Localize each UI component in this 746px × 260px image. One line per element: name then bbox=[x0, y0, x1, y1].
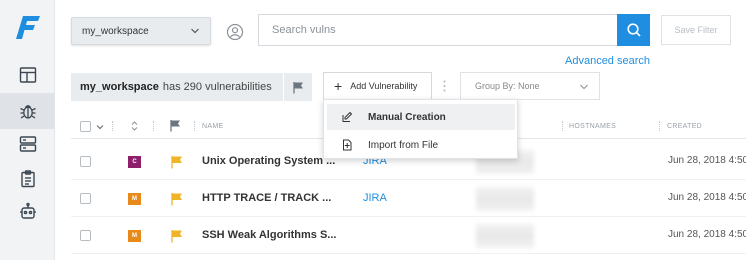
menu-item-label: Manual Creation bbox=[368, 111, 446, 123]
plus-icon: + bbox=[334, 78, 343, 94]
column-header-hostnames[interactable]: HOSTNAMES bbox=[569, 123, 616, 130]
group-by-label: Group By: None bbox=[475, 81, 540, 91]
save-filter-label: Save Filter bbox=[674, 25, 718, 35]
column-header-created[interactable]: CREATED bbox=[667, 123, 702, 130]
search-placeholder: Search vulns bbox=[272, 24, 336, 36]
table-row[interactable]: M SSH Weak Algorithms S... Jun 28, 2018 … bbox=[71, 218, 746, 254]
add-vulnerability-label: Add Vulnerability bbox=[350, 81, 418, 91]
layout-icon bbox=[19, 67, 36, 83]
workspace-select[interactable]: my_workspace bbox=[71, 17, 211, 45]
vuln-count: has 290 vulnerabilities bbox=[162, 81, 272, 93]
workspace-summary: my_workspace has 290 vulnerabilities bbox=[71, 73, 283, 101]
severity-badge: M bbox=[128, 193, 141, 205]
menu-item-manual-creation[interactable]: Manual Creation bbox=[327, 104, 515, 130]
add-vulnerability-menu: Manual Creation Import from File bbox=[323, 99, 518, 159]
workspace-select-value: my_workspace bbox=[82, 25, 149, 37]
created-date: Jun 28, 2018 4:50 bbox=[668, 192, 746, 203]
vuln-name[interactable]: SSH Weak Algorithms S... bbox=[202, 229, 336, 241]
select-all-checkbox[interactable] bbox=[80, 121, 91, 132]
server-icon bbox=[19, 136, 36, 152]
user-icon[interactable] bbox=[226, 23, 244, 41]
sidebar-item-reports[interactable] bbox=[0, 161, 55, 197]
workspace-name: my_workspace bbox=[80, 81, 159, 93]
row-checkbox[interactable] bbox=[80, 230, 91, 241]
vuln-name[interactable]: HTTP TRACE / TRACK ... bbox=[202, 192, 331, 204]
chevron-down-icon[interactable] bbox=[96, 123, 104, 131]
chevron-down-icon bbox=[580, 84, 588, 90]
menu-item-import-file[interactable]: Import from File bbox=[327, 132, 515, 158]
vuln-name[interactable]: Unix Operating System ... bbox=[202, 155, 335, 167]
group-by-select[interactable]: Group By: None bbox=[460, 72, 600, 100]
row-checkbox[interactable] bbox=[80, 193, 91, 204]
app-root: my_workspace Search vulns Save Filter Ad… bbox=[0, 0, 746, 260]
flag-column-icon bbox=[170, 120, 180, 132]
blurred-hostname bbox=[476, 187, 534, 211]
search-icon bbox=[626, 23, 641, 37]
add-vulnerability-button[interactable]: + Add Vulnerability bbox=[323, 72, 432, 100]
sidebar-item-dashboard[interactable] bbox=[0, 57, 55, 93]
column-separator bbox=[194, 121, 195, 131]
created-date: Jun 28, 2018 4:50 bbox=[668, 155, 746, 166]
flag-icon[interactable] bbox=[170, 192, 184, 206]
search-button[interactable] bbox=[617, 14, 650, 46]
search-input[interactable]: Search vulns bbox=[258, 14, 617, 46]
bug-icon bbox=[19, 105, 36, 119]
column-separator bbox=[659, 121, 660, 131]
clipboard-icon bbox=[20, 170, 35, 188]
sort-icon[interactable] bbox=[131, 121, 138, 131]
column-header-name[interactable]: NAME bbox=[202, 123, 223, 130]
sidebar-item-automation[interactable] bbox=[0, 194, 55, 230]
menu-item-label: Import from File bbox=[368, 139, 439, 151]
column-separator bbox=[562, 121, 563, 131]
robot-icon bbox=[19, 202, 36, 219]
manual-create-icon bbox=[342, 111, 353, 122]
chevron-down-icon bbox=[191, 28, 199, 34]
table-row[interactable]: M HTTP TRACE / TRACK ... JIRA Jun 28, 20… bbox=[71, 181, 746, 217]
flag-icon[interactable] bbox=[170, 229, 184, 243]
save-filter-button[interactable]: Save Filter bbox=[661, 15, 731, 45]
row-checkbox[interactable] bbox=[80, 156, 91, 167]
flag-icon bbox=[292, 81, 303, 93]
sidebar bbox=[0, 0, 55, 260]
sidebar-item-vulnerabilities[interactable] bbox=[0, 93, 55, 129]
more-vertical-icon[interactable] bbox=[443, 80, 446, 92]
issue-tracker-link[interactable]: JIRA bbox=[363, 192, 387, 204]
import-file-icon bbox=[343, 139, 352, 151]
column-separator bbox=[153, 121, 154, 131]
advanced-search-link[interactable]: Advanced search bbox=[565, 55, 650, 67]
severity-badge: C bbox=[128, 156, 141, 168]
faraday-logo[interactable] bbox=[14, 12, 42, 42]
blurred-hostname bbox=[476, 224, 534, 248]
severity-badge: M bbox=[128, 230, 141, 242]
flag-icon[interactable] bbox=[170, 155, 184, 169]
sidebar-item-hosts[interactable] bbox=[0, 126, 55, 162]
created-date: Jun 28, 2018 4:50 bbox=[668, 229, 746, 240]
flag-filter-button[interactable] bbox=[284, 73, 312, 101]
column-separator bbox=[112, 121, 113, 131]
